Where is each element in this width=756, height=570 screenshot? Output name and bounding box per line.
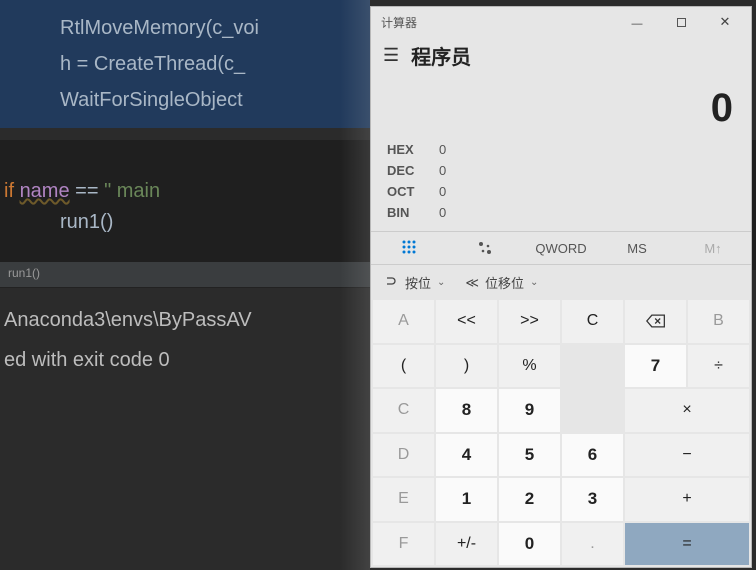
key-subtract[interactable]: − <box>625 434 749 477</box>
blur-overlay <box>340 0 370 570</box>
mode-header: ☰ 程序员 <box>371 37 751 78</box>
console-line: ed with exit code 0 <box>4 340 370 380</box>
code-line: WaitForSingleObject <box>60 82 370 118</box>
operator: == <box>75 180 98 202</box>
key-percent[interactable]: % <box>499 345 560 388</box>
bit-ops-row: 按位 ⌄ ≪ 位移位 ⌄ <box>371 265 751 300</box>
console-line: Anaconda3\envs\ByPassAV <box>4 300 370 340</box>
tab-label: run1() <box>8 266 40 280</box>
key-divide[interactable]: ÷ <box>688 345 749 388</box>
key-0[interactable]: 0 <box>499 523 560 566</box>
key-b[interactable]: B <box>688 300 749 343</box>
key-5[interactable]: 5 <box>499 434 560 477</box>
key-6[interactable]: 6 <box>562 434 623 477</box>
mode-label: 程序员 <box>411 41 471 70</box>
console-output[interactable]: Anaconda3\envs\ByPassAV ed with exit cod… <box>0 300 370 380</box>
code-block: if name == " main run1() <box>0 180 160 234</box>
minimize-button[interactable] <box>615 15 659 30</box>
code-line: RtlMoveMemory(c_voi <box>60 10 370 46</box>
display: 0 <box>371 78 751 135</box>
key-shr[interactable]: >> <box>499 300 560 343</box>
key-multiply[interactable]: × <box>625 389 749 432</box>
toolbar: QWORD MS M↑ <box>371 231 751 265</box>
key-plusminus[interactable]: +/- <box>436 523 497 566</box>
key-8[interactable]: 8 <box>436 389 497 432</box>
keypad-mode-icon[interactable] <box>371 239 447 258</box>
base-dec[interactable]: DEC0 <box>387 160 735 181</box>
key-e[interactable]: E <box>373 478 434 521</box>
memory-store-button[interactable]: MS <box>599 241 675 256</box>
key-2[interactable]: 2 <box>499 478 560 521</box>
close-button[interactable] <box>703 14 747 30</box>
chevron-down-icon: ⌄ <box>437 277 445 288</box>
key-1[interactable]: 1 <box>436 478 497 521</box>
code-editor[interactable]: RtlMoveMemory(c_voi h = CreateThread(c_ … <box>0 0 370 128</box>
run-tab[interactable]: run1() <box>0 262 370 288</box>
key-7[interactable]: 7 <box>625 345 686 388</box>
key-shl[interactable]: << <box>436 300 497 343</box>
code-line: run1() <box>0 203 160 234</box>
calculator-window: 计算器 ☰ 程序员 0 HEX0 DEC0 OCT0 BIN0 QWORD MS… <box>370 6 752 568</box>
key-a[interactable]: A <box>373 300 434 343</box>
key-3[interactable]: 3 <box>562 478 623 521</box>
bitwise-icon <box>385 274 399 291</box>
keypad: A << >> C ÷ B ( ) % C 7 8 9 × D 4 5 6 − … <box>371 300 751 567</box>
base-panel: HEX0 DEC0 OCT0 BIN0 <box>371 135 751 231</box>
key-c-hex[interactable]: C <box>373 389 434 432</box>
code-line: h = CreateThread(c_ <box>60 46 370 82</box>
keyword: if <box>4 180 14 202</box>
word-size-button[interactable]: QWORD <box>523 241 599 256</box>
key-equals[interactable]: = <box>625 523 749 566</box>
key-4[interactable]: 4 <box>436 434 497 477</box>
base-hex[interactable]: HEX0 <box>387 139 735 160</box>
menu-icon[interactable]: ☰ <box>383 45 399 66</box>
key-backspace[interactable] <box>625 300 686 343</box>
bitwise-dropdown[interactable]: 按位 ⌄ <box>385 273 445 292</box>
key-f[interactable]: F <box>373 523 434 566</box>
key-add[interactable]: + <box>625 478 749 521</box>
bit-toggle-icon[interactable] <box>447 240 523 257</box>
bitshift-icon: ≪ <box>465 275 479 291</box>
key-clear[interactable]: C <box>562 300 623 343</box>
chevron-down-icon: ⌄ <box>530 277 538 288</box>
key-d[interactable]: D <box>373 434 434 477</box>
key-dot[interactable]: . <box>562 523 623 566</box>
string-literal: " main <box>104 180 160 202</box>
titlebar[interactable]: 计算器 <box>371 7 751 37</box>
base-bin[interactable]: BIN0 <box>387 202 735 223</box>
key-rparen[interactable]: ) <box>436 345 497 388</box>
key-9[interactable]: 9 <box>499 389 560 432</box>
key-lparen[interactable]: ( <box>373 345 434 388</box>
maximize-button[interactable] <box>659 18 703 27</box>
base-oct[interactable]: OCT0 <box>387 181 735 202</box>
identifier: name <box>20 180 70 202</box>
bitshift-dropdown[interactable]: ≪ 位移位 ⌄ <box>465 273 538 292</box>
memory-up-button[interactable]: M↑ <box>675 241 751 256</box>
window-title: 计算器 <box>381 14 615 31</box>
